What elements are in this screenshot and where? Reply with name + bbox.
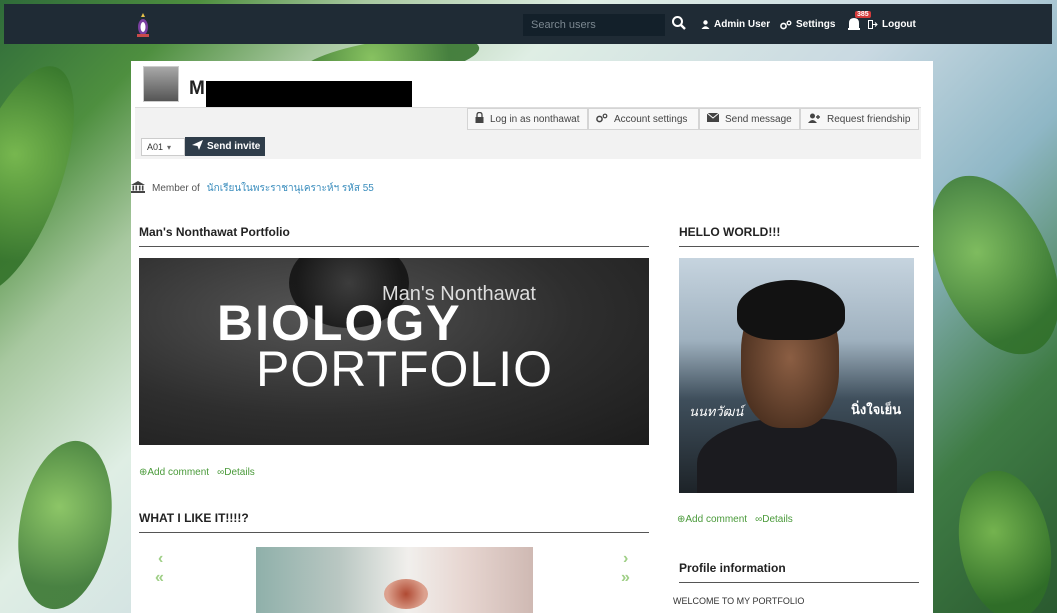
paper-plane-icon (192, 140, 203, 153)
admin-user-label: Admin User (714, 19, 771, 30)
details-link[interactable]: ∞Details (217, 467, 255, 478)
chevron-right-icon[interactable]: › (623, 550, 628, 568)
group-select-value: A01 (147, 142, 164, 152)
request-friendship-label: Request friendship (827, 113, 911, 125)
profile-info-text: WELCOME TO MY PORTFOLIO (673, 596, 805, 606)
portfolio-widget-links: ⊕Add comment ∞Details (139, 467, 255, 478)
add-comment-link[interactable]: ⊕Add comment (677, 514, 747, 525)
lock-icon (475, 111, 484, 126)
logout-label: Logout (882, 19, 916, 30)
member-group-link[interactable]: นักเรียนในพระราชานุเคราะห์ฯ รหัส 55 (207, 181, 374, 196)
search-icon[interactable] (671, 15, 689, 33)
user-icon (701, 20, 710, 29)
user-plus-icon (808, 113, 821, 126)
details-label: Details (762, 514, 793, 525)
logout-icon (868, 20, 878, 29)
profile-info-title: Profile information (679, 561, 919, 583)
account-settings-button[interactable]: Account settings (588, 108, 699, 130)
photo-body (697, 418, 897, 493)
settings-link[interactable]: Settings (780, 19, 835, 30)
likes-widget-title: WHAT I LIKE IT!!!!? (139, 511, 649, 533)
details-label: Details (224, 467, 255, 478)
likes-image[interactable] (256, 547, 533, 613)
chevron-left-icon[interactable]: ‹ (158, 550, 163, 568)
membership-line: Member of นักเรียนในพระราชานุเคราะห์ฯ รห… (131, 181, 374, 196)
settings-label: Settings (796, 19, 836, 30)
hello-photo[interactable]: นนทวัฒน์ นิ่งใจเย็น (679, 258, 914, 493)
add-comment-label: Add comment (685, 514, 748, 525)
notifications-link[interactable] (847, 17, 861, 31)
bell-icon (847, 17, 861, 31)
portfolio-widget-title: Man's Nonthawat Portfolio (139, 225, 649, 247)
login-as-button[interactable]: Log in as nonthawat (467, 108, 588, 130)
send-invite-button[interactable]: Send invite (185, 137, 265, 156)
send-message-label: Send message (725, 113, 792, 125)
chevron-double-right-icon[interactable]: » (621, 569, 630, 587)
add-comment-link[interactable]: ⊕Add comment (139, 467, 209, 478)
profile-card: M Log in as nonthawat Account settings S… (131, 61, 933, 613)
bank-icon (131, 181, 145, 196)
send-invite-label: Send invite (207, 141, 261, 152)
chevron-double-left-icon[interactable]: « (155, 569, 164, 587)
background-leaf (947, 463, 1057, 613)
banner-text-line3: PORTFOLIO (256, 341, 554, 397)
logout-link[interactable]: Logout (868, 19, 916, 30)
hello-widget-links: ⊕Add comment ∞Details (677, 514, 793, 525)
account-settings-label: Account settings (614, 113, 688, 125)
search-input[interactable] (523, 14, 665, 36)
request-friendship-button[interactable]: Request friendship (800, 108, 919, 130)
admin-user-link[interactable]: Admin User (701, 19, 770, 30)
photo-caption-left: นนทวัฒน์ (689, 405, 744, 420)
member-prefix: Member of (152, 183, 200, 194)
gear-icon (780, 20, 792, 30)
photo-hair (737, 280, 845, 340)
background-leaf (5, 433, 125, 613)
background-leaf (0, 51, 99, 309)
photo-caption-right: นิ่งใจเย็น (851, 403, 902, 418)
avatar[interactable] (143, 66, 179, 102)
profile-action-bar: Log in as nonthawat Account settings Sen… (135, 107, 921, 159)
hello-widget-title: HELLO WORLD!!! (679, 225, 919, 247)
chevron-down-icon: ▾ (167, 142, 172, 152)
send-message-button[interactable]: Send message (699, 108, 800, 130)
portfolio-banner-image[interactable]: Man's Nonthawat BIOLOGY PORTFOLIO (139, 258, 649, 445)
group-select[interactable]: A01 ▾ (141, 138, 185, 156)
notification-badge: 385 (855, 11, 871, 18)
add-comment-label: Add comment (147, 467, 210, 478)
login-as-label: Log in as nonthawat (490, 113, 580, 125)
likes-image-detail (384, 579, 428, 609)
site-logo[interactable] (136, 13, 150, 37)
top-navbar: Admin User Settings 385 Logout (4, 4, 1052, 44)
profile-name: M (189, 78, 205, 99)
envelope-icon (706, 112, 720, 125)
details-link[interactable]: ∞Details (755, 514, 793, 525)
gear-icon (596, 113, 608, 126)
